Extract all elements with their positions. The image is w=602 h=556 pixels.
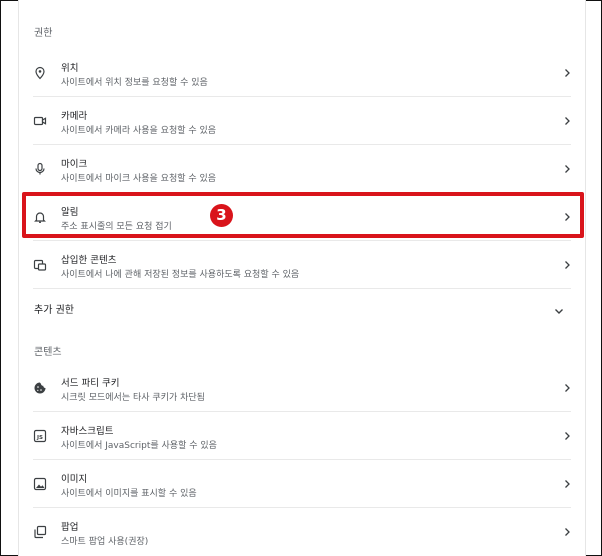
- more-permissions-label: 추가 권한: [34, 305, 74, 316]
- row-subtitle: 시크릿 모드에서는 타사 쿠키가 차단됨: [61, 393, 205, 403]
- row-title: 마이크: [61, 159, 88, 170]
- row-title: 이미지: [61, 474, 88, 485]
- image-icon: [33, 477, 47, 491]
- content-row-images[interactable]: 이미지 사이트에서 이미지를 표시할 수 있음: [19, 460, 585, 508]
- content-row-popups[interactable]: 팝업 스마트 팝업 사용(권장): [19, 508, 585, 556]
- permission-row-embedded-content[interactable]: 삽입한 콘텐츠 사이트에서 나에 관해 저장된 정보를 사용하도록 요청할 수 …: [19, 241, 585, 289]
- row-title: 알림: [61, 207, 79, 218]
- chevron-right-icon: [561, 382, 573, 394]
- content-section-title: 콘텐츠: [34, 347, 62, 358]
- row-subtitle: 사이트에서 JavaScript를 사용할 수 있음: [61, 441, 217, 451]
- permission-row-location[interactable]: 위치 사이트에서 위치 정보를 요청할 수 있음: [19, 49, 585, 97]
- permission-row-camera[interactable]: 카메라 사이트에서 카메라 사용을 요청할 수 있음: [19, 97, 585, 145]
- cookie-icon: [33, 381, 47, 395]
- chevron-right-icon: [561, 259, 573, 271]
- microphone-icon: [33, 162, 47, 176]
- row-title: 서드 파티 쿠키: [61, 378, 120, 389]
- row-subtitle: 스마트 팝업 사용(권장): [61, 537, 149, 547]
- row-title: 자바스크립트: [61, 426, 114, 437]
- embedded-content-icon: [33, 258, 47, 272]
- row-title: 삽입한 콘텐츠: [61, 255, 117, 266]
- content-row-javascript[interactable]: JS 자바스크립트 사이트에서 JavaScript를 사용할 수 있음: [19, 412, 585, 460]
- content-row-third-party-cookies[interactable]: 서드 파티 쿠키 시크릿 모드에서는 타사 쿠키가 차단됨: [19, 364, 585, 412]
- location-pin-icon: [33, 66, 47, 80]
- javascript-icon: JS: [33, 429, 47, 443]
- row-subtitle: 사이트에서 이미지를 표시할 수 있음: [61, 489, 197, 499]
- permission-row-microphone[interactable]: 마이크 사이트에서 마이크 사용을 요청할 수 있음: [19, 145, 585, 193]
- more-permissions-toggle[interactable]: 추가 권한: [19, 292, 585, 324]
- chevron-right-icon: [561, 526, 573, 538]
- row-title: 팝업: [61, 522, 79, 533]
- chevron-right-icon: [561, 211, 573, 223]
- chevron-right-icon: [561, 430, 573, 442]
- row-subtitle: 사이트에서 마이크 사용을 요청할 수 있음: [61, 174, 217, 184]
- chevron-right-icon: [561, 478, 573, 490]
- camera-icon: [33, 114, 47, 128]
- chevron-right-icon: [561, 67, 573, 79]
- row-subtitle: 사이트에서 위치 정보를 요청할 수 있음: [61, 78, 208, 88]
- row-subtitle: 사이트에서 나에 관해 저장된 정보를 사용하도록 요청할 수 있음: [61, 270, 300, 280]
- permissions-section-title: 권한: [34, 28, 53, 39]
- chevron-right-icon: [561, 115, 573, 127]
- permission-row-notifications[interactable]: 알림 주소 표시줄의 모든 요청 접기: [19, 193, 585, 241]
- bell-icon: [33, 210, 47, 224]
- row-subtitle: 주소 표시줄의 모든 요청 접기: [61, 222, 172, 232]
- divider: [33, 288, 571, 289]
- row-title: 위치: [61, 63, 79, 74]
- row-title: 카메라: [61, 111, 88, 122]
- chevron-down-icon: [553, 302, 565, 314]
- row-subtitle: 사이트에서 카메라 사용을 요청할 수 있음: [61, 126, 217, 136]
- chevron-right-icon: [561, 163, 573, 175]
- svg-text:JS: JS: [36, 435, 43, 441]
- step-number-badge: 3: [210, 204, 233, 227]
- popup-icon: [33, 525, 47, 539]
